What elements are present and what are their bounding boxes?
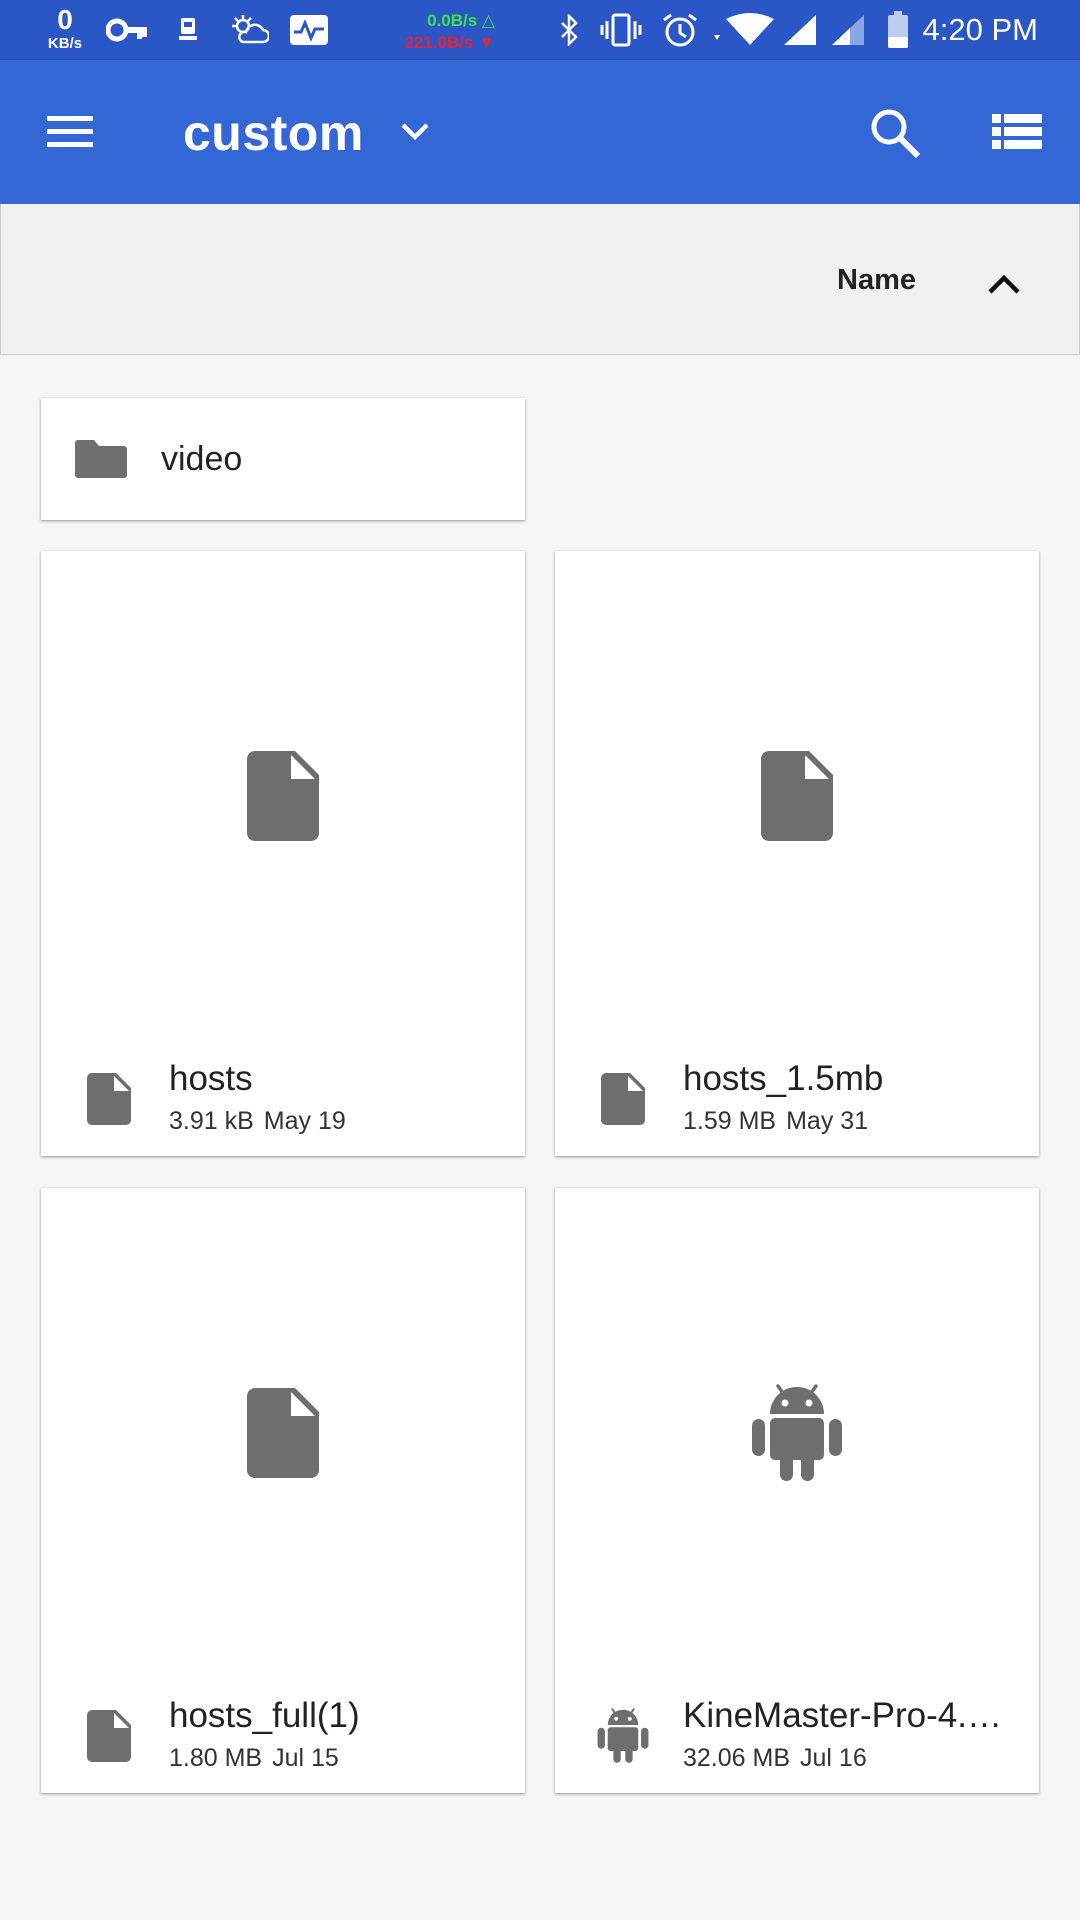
status-bar: 0 KB/s 0.0B/s △ 221.0B/s ▼ 4:20 PM xyxy=(0,0,1080,60)
download-rate: 221.0B/s ▼ xyxy=(404,33,495,52)
key-icon xyxy=(105,10,149,50)
file-meta: 1.59 MB May 31 xyxy=(683,1107,868,1136)
file-item[interactable]: KineMaster-Pro-4.2… 32.06 MB Jul 16 xyxy=(555,1188,1039,1793)
bluetooth-icon xyxy=(556,10,582,50)
file-meta: 3.91 kB May 19 xyxy=(169,1107,346,1136)
net-speed-unit: KB/s xyxy=(47,35,83,52)
search-icon[interactable] xyxy=(866,104,926,164)
vibrate-icon xyxy=(598,10,644,50)
file-meta: 32.06 MB Jul 16 xyxy=(683,1744,867,1773)
list-view-icon[interactable] xyxy=(990,106,1044,160)
file-name: hosts_full(1) xyxy=(169,1696,360,1735)
alarm-icon xyxy=(660,10,700,50)
file-item[interactable]: hosts_full(1) 1.80 MB Jul 15 xyxy=(41,1188,525,1793)
net-rates: 0.0B/s △ 221.0B/s ▼ xyxy=(385,10,495,54)
file-size: 1.59 MB xyxy=(683,1107,777,1135)
file-date: Jul 16 xyxy=(800,1744,867,1772)
sort-bar: Name xyxy=(0,204,1080,355)
file-item[interactable]: hosts_1.5mb 1.59 MB May 31 xyxy=(555,551,1039,1156)
file-date: May 31 xyxy=(786,1107,869,1135)
file-size: 32.06 MB xyxy=(683,1744,791,1772)
sort-by-label[interactable]: Name xyxy=(837,264,916,297)
weather-icon xyxy=(228,10,270,50)
chevron-down-icon[interactable] xyxy=(395,112,435,152)
file-icon xyxy=(761,751,833,841)
file-meta: 1.80 MB Jul 15 xyxy=(169,1744,339,1773)
folder-name: video xyxy=(161,440,243,478)
signal-2-icon xyxy=(828,10,868,50)
usb-debug-icon xyxy=(175,10,201,50)
wifi-icon xyxy=(708,10,778,50)
net-speed-value: 0 xyxy=(57,4,73,35)
file-item[interactable]: hosts 3.91 kB May 19 xyxy=(41,551,525,1156)
activity-monitor-icon xyxy=(288,10,330,50)
net-speed-indicator: 0 KB/s xyxy=(40,4,90,52)
clock: 4:20 PM xyxy=(922,12,1038,47)
file-icon xyxy=(247,1388,319,1478)
file-icon xyxy=(87,1073,131,1125)
file-icon xyxy=(601,1073,645,1125)
chevron-up-icon[interactable] xyxy=(984,264,1024,304)
file-date: May 19 xyxy=(263,1107,346,1135)
file-date: Jul 15 xyxy=(272,1744,339,1772)
folder-icon xyxy=(75,436,127,478)
folder-item-video[interactable]: video xyxy=(41,398,525,520)
signal-icon xyxy=(780,10,820,50)
location-title[interactable]: custom xyxy=(183,104,364,162)
file-size: 3.91 kB xyxy=(169,1107,254,1135)
file-icon xyxy=(87,1710,131,1762)
file-size: 1.80 MB xyxy=(169,1744,263,1772)
file-name: KineMaster-Pro-4.2… xyxy=(683,1696,1013,1735)
android-icon xyxy=(751,1378,843,1482)
menu-icon[interactable] xyxy=(44,114,98,150)
battery-icon xyxy=(884,10,912,50)
app-bar: custom xyxy=(0,60,1080,204)
file-icon xyxy=(247,751,319,841)
file-name: hosts xyxy=(169,1059,253,1098)
file-name: hosts_1.5mb xyxy=(683,1059,884,1098)
upload-rate: 0.0B/s △ xyxy=(427,11,495,30)
android-icon xyxy=(597,1704,649,1764)
